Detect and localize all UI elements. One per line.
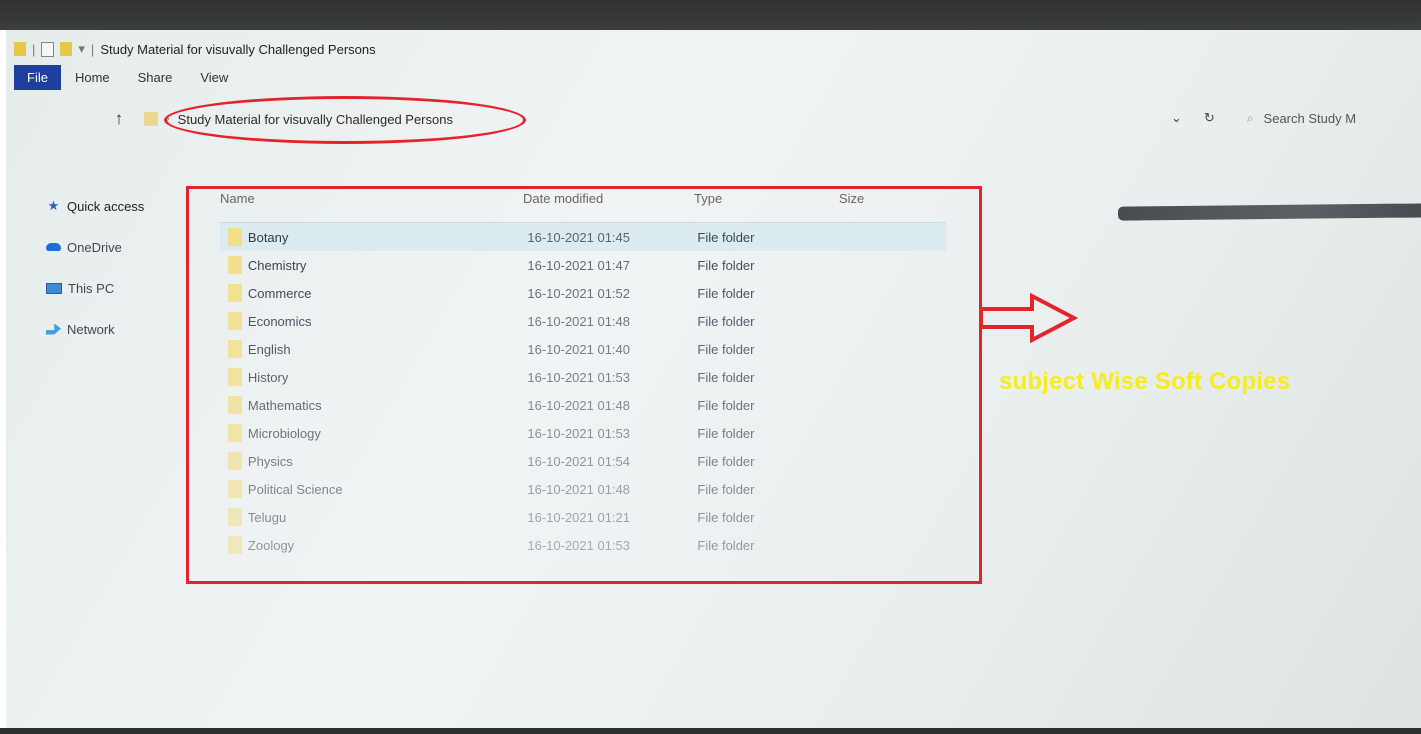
up-arrow-icon[interactable]: ↑ xyxy=(110,109,128,129)
window-title: Study Material for visuvally Challenged … xyxy=(100,41,376,57)
network-icon xyxy=(46,323,61,335)
sidebar-item-label: This PC xyxy=(68,280,115,296)
tab-home[interactable]: Home xyxy=(61,66,124,89)
sidebar-item-this-pc[interactable]: This PC xyxy=(46,278,176,298)
new-folder-icon[interactable] xyxy=(60,42,73,56)
star-icon: ★ xyxy=(47,198,60,213)
qa-dropdown[interactable]: ▾ xyxy=(78,41,85,57)
sidebar-item-label: Network xyxy=(67,321,115,337)
qa-separator: | xyxy=(32,41,36,57)
monitor-bezel-top xyxy=(0,0,1421,30)
redaction-smudge xyxy=(1117,203,1421,221)
highlight-ellipse xyxy=(164,96,526,144)
highlight-rectangle xyxy=(186,186,982,584)
title-bar: | ▾ | Study Material for visuvally Chall… xyxy=(14,38,376,60)
tab-file[interactable]: File xyxy=(14,64,61,90)
properties-icon[interactable] xyxy=(41,41,55,57)
tab-view[interactable]: View xyxy=(186,66,242,89)
cloud-icon xyxy=(46,243,61,251)
tab-share[interactable]: Share xyxy=(124,66,187,89)
sidebar-item-label: Quick access xyxy=(67,198,145,214)
sidebar-item-quick-access[interactable]: ★ Quick access xyxy=(46,196,176,216)
explorer-window: | ▾ | Study Material for visuvally Chall… xyxy=(6,30,1421,734)
ribbon-tabs: File Home Share View xyxy=(14,64,242,90)
search-icon: ⌕ xyxy=(1246,110,1254,125)
sidebar-item-network[interactable]: Network xyxy=(46,319,176,339)
address-right-controls: ⌄ ↻ ⌕ Search Study M xyxy=(1171,110,1356,126)
folder-icon xyxy=(14,42,26,56)
navigation-pane: ★ Quick access OneDrive This PC Network xyxy=(46,196,176,360)
search-placeholder: Search Study M xyxy=(1263,110,1357,126)
folder-icon xyxy=(144,112,158,126)
pc-icon xyxy=(46,282,62,294)
qa-separator-2: | xyxy=(90,41,95,57)
arrow-right-icon xyxy=(979,292,1078,344)
search-input[interactable]: ⌕ Search Study M xyxy=(1247,111,1356,126)
sidebar-item-onedrive[interactable]: OneDrive xyxy=(46,237,176,257)
monitor-bezel-bottom xyxy=(0,728,1421,734)
annotation-caption: subject Wise Soft Copies xyxy=(999,368,1291,395)
chevron-down-icon[interactable]: ⌄ xyxy=(1171,110,1182,126)
sidebar-item-label: OneDrive xyxy=(67,239,122,255)
refresh-icon[interactable]: ↻ xyxy=(1204,110,1215,126)
